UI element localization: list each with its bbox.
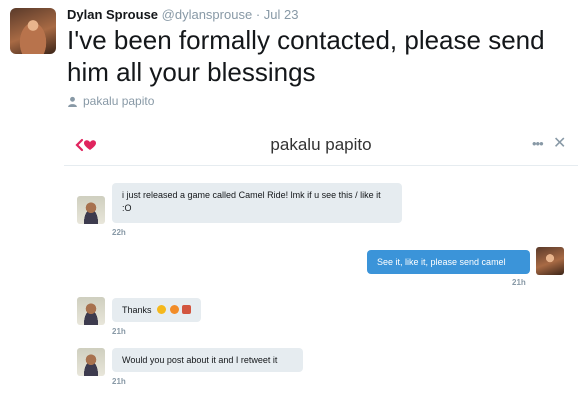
tweet-header: Dylan Sprouse @dylansprouse · Jul 23 [67, 7, 298, 22]
own-avatar[interactable] [536, 247, 564, 275]
dm-conversation: pakalu papito ••• ✕ i just released a ga… [64, 125, 578, 405]
tweet-date[interactable]: Jul 23 [264, 7, 299, 22]
message-bubble-sent: See it, like it, please send camel [367, 250, 530, 274]
tweet-text: I've been formally contacted, please sen… [67, 25, 545, 87]
message-bubble: i just released a game called Camel Ride… [112, 183, 402, 223]
message-time: 21h [112, 377, 126, 386]
sender-avatar[interactable] [77, 196, 105, 224]
sender-avatar[interactable] [77, 348, 105, 376]
tweet-location: pakalu papito [67, 94, 154, 108]
more-icon[interactable]: ••• [532, 136, 544, 151]
dm-topbar: pakalu papito ••• ✕ [64, 125, 578, 166]
author-avatar[interactable] [10, 8, 56, 54]
message-time: 22h [112, 228, 126, 237]
message-text: Thanks [122, 305, 152, 315]
emoji-icon [182, 305, 192, 314]
message-bubble: Thanks [112, 298, 202, 322]
location-label[interactable]: pakalu papito [83, 94, 154, 108]
sender-avatar[interactable] [77, 297, 105, 325]
author-name[interactable]: Dylan Sprouse [67, 7, 158, 22]
message-bubble: Would you post about it and I retweet it [112, 348, 303, 372]
dm-title: pakalu papito [270, 135, 372, 154]
header-separator: · [255, 7, 261, 22]
message-time: 21h [512, 278, 526, 287]
close-icon[interactable]: ✕ [553, 133, 566, 153]
author-handle[interactable]: @dylansprouse [162, 7, 253, 22]
person-icon [68, 96, 77, 107]
message-time: 21h [112, 327, 126, 336]
emoji-icon [157, 305, 167, 314]
emoji-icon [169, 305, 179, 314]
